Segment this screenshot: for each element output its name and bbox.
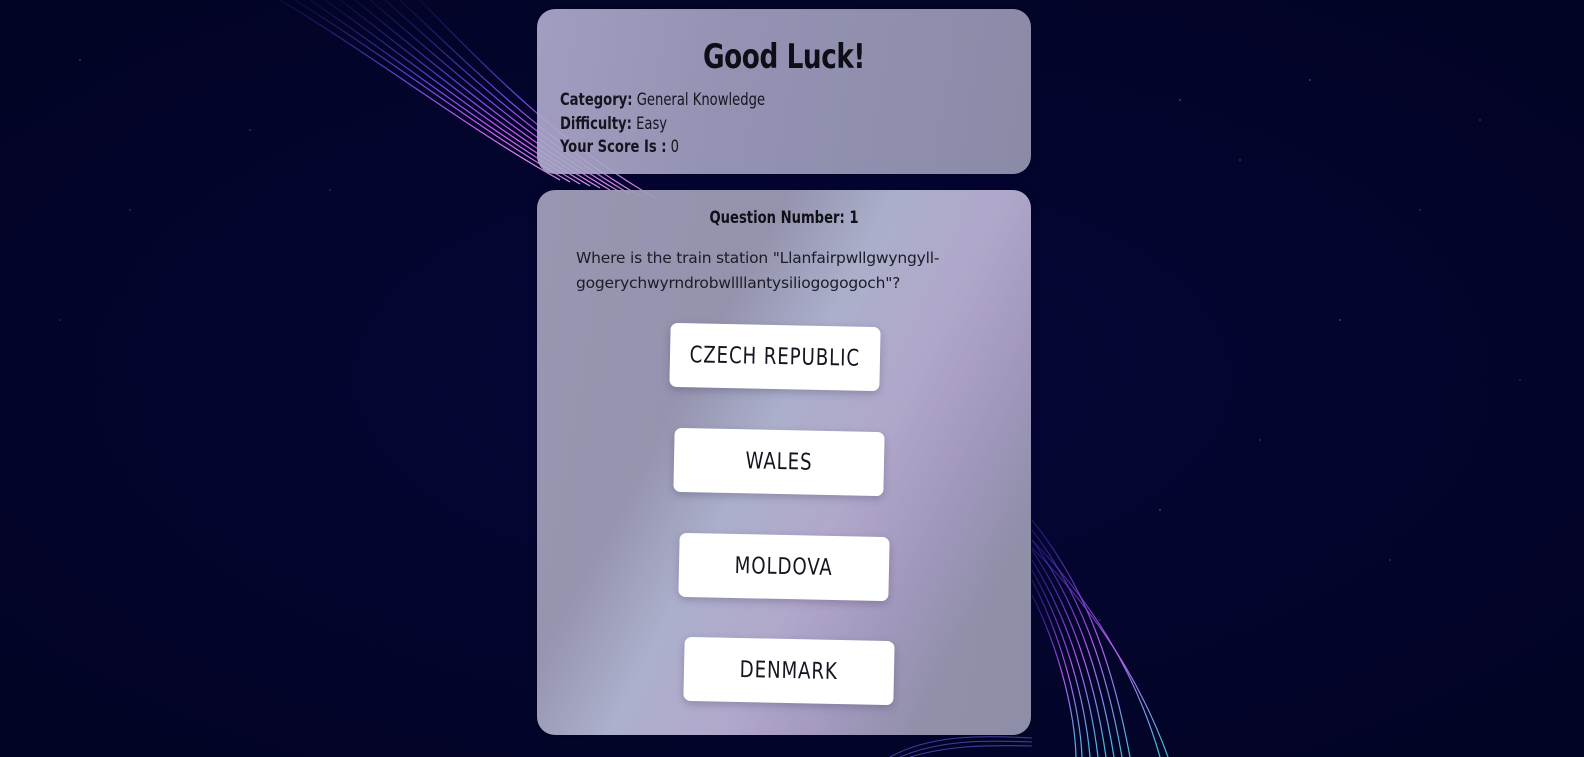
answer-button-wales[interactable]: WALES [673, 427, 885, 497]
quiz-details: Category: General Knowledge Difficulty: … [560, 89, 765, 160]
difficulty-row: Difficulty: Easy [560, 113, 765, 137]
question-number: Question Number: 1 [709, 208, 859, 228]
score-value: 0 [670, 137, 680, 157]
difficulty-value: Easy [636, 113, 668, 134]
score-label: Your Score Is : [560, 137, 667, 157]
answer-label: CZECH REPUBLIC [689, 342, 861, 372]
page-title: Good Luck! [702, 37, 865, 77]
answer-label: DENMARK [739, 656, 839, 686]
answer-label: WALES [745, 448, 813, 476]
difficulty-label: Difficulty: [560, 113, 632, 134]
answer-button-moldova[interactable]: MOLDOVA [678, 532, 890, 602]
question-text: Where is the train station "Llanfairpwll… [576, 249, 940, 292]
score-row: Your Score Is : 0 [560, 136, 765, 160]
category-value: General Knowledge [636, 90, 766, 110]
answer-button-czech-republic[interactable]: CZECH REPUBLIC [669, 322, 881, 392]
answer-button-denmark[interactable]: DENMARK [683, 636, 895, 706]
info-panel: Good Luck! Category: General Knowledge D… [537, 9, 1031, 174]
category-row: Category: General Knowledge [560, 89, 765, 113]
question-panel: Question Number: 1 Where is the train st… [537, 190, 1031, 735]
answer-label: MOLDOVA [734, 552, 834, 582]
category-label: Category: [560, 90, 633, 110]
